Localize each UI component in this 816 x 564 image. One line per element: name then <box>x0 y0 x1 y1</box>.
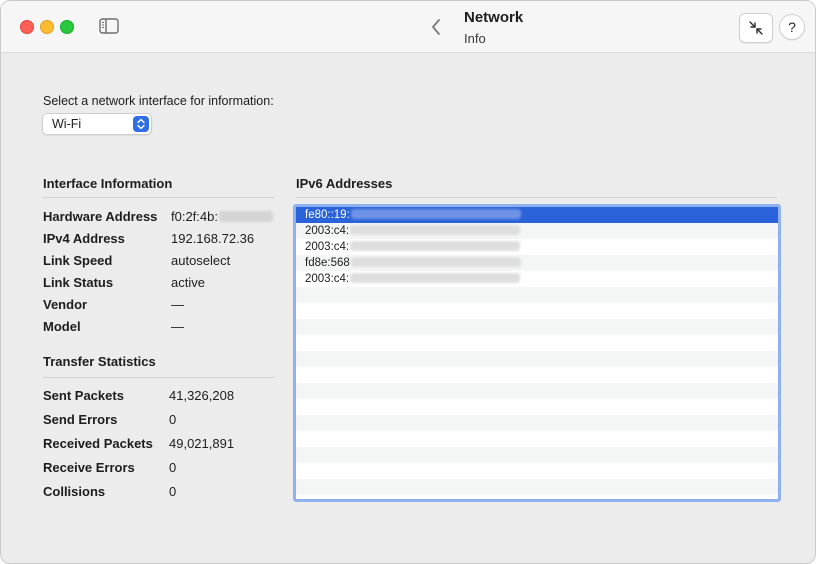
empty-list-row <box>296 303 778 319</box>
model-label: Model <box>43 319 81 334</box>
empty-list-row <box>296 463 778 479</box>
empty-list-row <box>296 431 778 447</box>
empty-list-row <box>296 415 778 431</box>
link-speed-value: autoselect <box>171 253 231 268</box>
redacted-text <box>350 209 521 219</box>
empty-list-row <box>296 383 778 399</box>
interface-select-value: Wi-Fi <box>52 117 82 131</box>
ipv6-address-list[interactable]: fe80::19: 2003:c4: 2003:c4: fd8e:568 200… <box>293 204 781 502</box>
empty-list-row <box>296 367 778 383</box>
window-title: Network <box>464 9 524 26</box>
redacted-text <box>350 257 521 267</box>
title-bar: Network Info ? <box>1 1 815 53</box>
received-packets-label: Received Packets <box>43 436 153 451</box>
send-errors-value: 0 <box>169 412 177 427</box>
link-status-value: active <box>171 275 205 290</box>
back-chevron-icon[interactable] <box>427 16 445 38</box>
list-item[interactable]: fd8e:568 <box>296 255 778 271</box>
vendor-label: Vendor <box>43 297 88 312</box>
sent-packets-value: 41,326,208 <box>169 388 235 403</box>
empty-list-row <box>296 447 778 463</box>
collisions-value: 0 <box>169 484 177 499</box>
vendor-value: — <box>171 297 184 312</box>
interface-info-divider <box>43 197 275 198</box>
sent-packets-label: Sent Packets <box>43 388 124 403</box>
network-info-window: Network Info ? Select a network interfac… <box>0 0 816 564</box>
list-item[interactable]: 2003:c4: <box>296 223 778 239</box>
list-item[interactable]: 2003:c4: <box>296 271 778 287</box>
transfer-stats-heading: Transfer Statistics <box>43 354 156 369</box>
interface-select[interactable]: Wi-Fi <box>42 113 152 135</box>
help-button[interactable]: ? <box>779 14 805 40</box>
ipv4-address-value: 192.168.72.36 <box>171 231 255 246</box>
link-speed-label: Link Speed <box>43 253 113 268</box>
redacted-text <box>350 241 521 251</box>
received-packets-value: 49,021,891 <box>169 436 235 451</box>
close-window-button[interactable] <box>20 20 34 34</box>
sidebar-toggle-icon[interactable] <box>98 17 120 35</box>
minimize-window-button[interactable] <box>40 20 54 34</box>
collapse-arrows-icon <box>749 21 763 35</box>
zoom-window-button[interactable] <box>60 20 74 34</box>
redacted-text <box>218 211 273 222</box>
hardware-address-label: Hardware Address <box>43 209 158 224</box>
transfer-stats-divider <box>43 377 275 378</box>
collisions-label: Collisions <box>43 484 106 499</box>
empty-list-row <box>296 335 778 351</box>
send-errors-label: Send Errors <box>43 412 118 427</box>
updown-arrows-icon <box>133 116 149 132</box>
empty-list-row <box>296 479 778 495</box>
redacted-text <box>350 225 521 235</box>
list-item[interactable]: fe80::19: <box>296 207 778 223</box>
ipv6-heading: IPv6 Addresses <box>296 176 393 191</box>
link-status-label: Link Status <box>43 275 114 290</box>
hardware-address-value: f0:2f:4b: <box>171 209 273 224</box>
collapse-window-button[interactable] <box>739 13 773 43</box>
window-subtitle: Info <box>464 31 486 46</box>
redacted-text <box>350 273 521 283</box>
receive-errors-label: Receive Errors <box>43 460 135 475</box>
interface-select-prompt: Select a network interface for informati… <box>43 94 274 108</box>
empty-list-row <box>296 319 778 335</box>
empty-list-row <box>296 351 778 367</box>
interface-info-heading: Interface Information <box>43 176 173 191</box>
ipv4-address-label: IPv4 Address <box>43 231 125 246</box>
ipv6-divider <box>296 197 777 198</box>
empty-list-row <box>296 399 778 415</box>
receive-errors-value: 0 <box>169 460 177 475</box>
list-item[interactable]: 2003:c4: <box>296 239 778 255</box>
model-value: — <box>171 319 184 334</box>
empty-list-row <box>296 287 778 303</box>
